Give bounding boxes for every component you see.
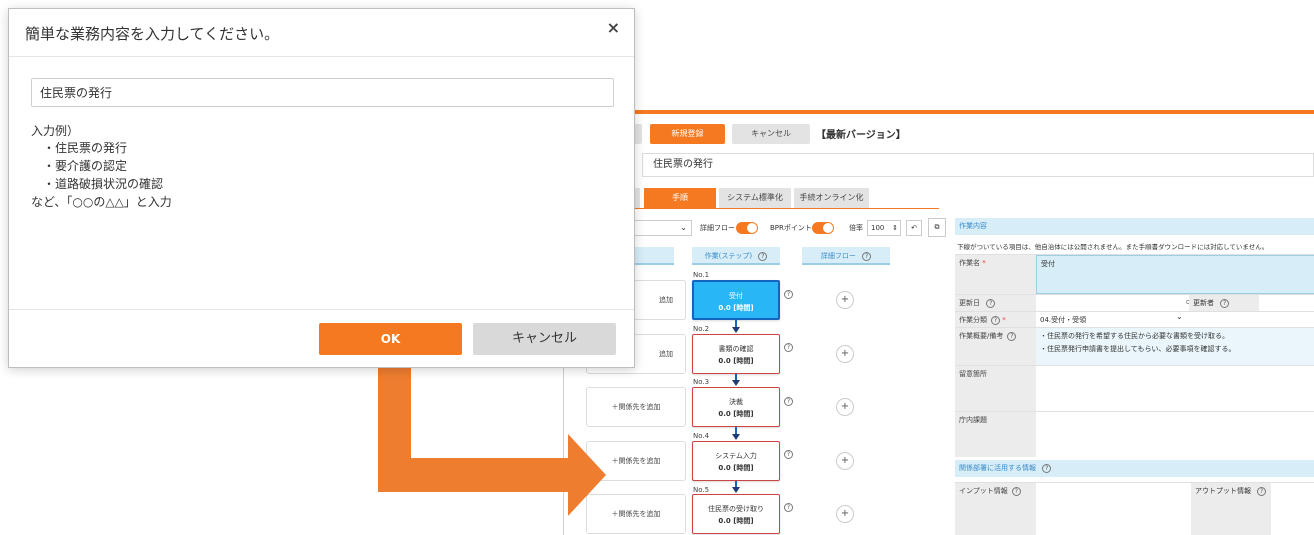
orange-arrow-shape bbox=[378, 361, 606, 516]
ok-button[interactable]: OK bbox=[319, 323, 462, 355]
example-item: ・住民票の発行 bbox=[43, 141, 128, 155]
modal-title: 簡単な業務内容を入力してください。 bbox=[25, 25, 280, 43]
divider bbox=[9, 309, 634, 310]
screenshot-stage: 新規登録 キャンセル 【最新バージョン】 住民票の発行 手順 システム標準化 手… bbox=[0, 0, 1314, 535]
example-item: ・道路破損状況の確認 bbox=[43, 177, 164, 191]
close-icon[interactable]: × bbox=[607, 18, 620, 37]
example-item: ・要介護の認定 bbox=[43, 159, 128, 173]
business-content-input[interactable] bbox=[31, 78, 614, 107]
example-heading: 入力例） bbox=[31, 124, 80, 138]
input-modal: 簡単な業務内容を入力してください。 × 入力例） ・住民票の発行 ・要介護の認定… bbox=[8, 8, 635, 368]
example-footer: など、「○○の△△」と入力 bbox=[31, 195, 172, 209]
cancel-button[interactable]: キャンセル bbox=[473, 323, 616, 355]
divider bbox=[9, 56, 634, 57]
